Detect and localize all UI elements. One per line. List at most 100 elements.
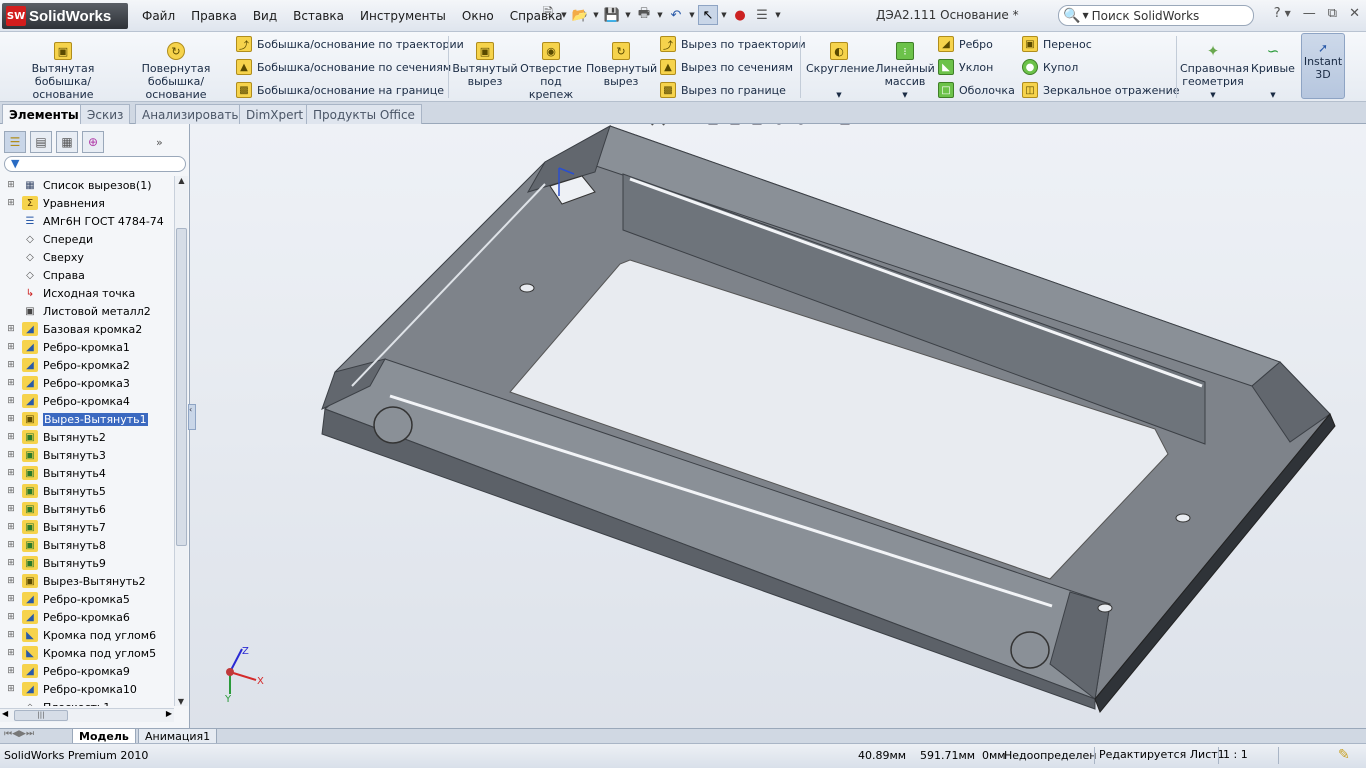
- options-list-icon[interactable]: ☰: [752, 5, 772, 25]
- tree-item[interactable]: ⊞ ◢ Ребро-кромка6: [0, 608, 174, 626]
- dimxpert-manager-tab-icon[interactable]: ⊕: [82, 131, 104, 153]
- new-document-icon[interactable]: 🗎: [538, 5, 558, 25]
- boundary-boss-button[interactable]: ▩ Бобышка/основание на границе: [236, 81, 444, 99]
- save-dropdown-icon[interactable]: ▼: [624, 11, 632, 19]
- tree-item[interactable]: ◇ Спереди: [0, 230, 174, 248]
- tree-item[interactable]: ⊞ ◢ Ребро-кромка5: [0, 590, 174, 608]
- restore-icon[interactable]: ⧉: [1328, 6, 1337, 21]
- menu-window[interactable]: Окно: [454, 9, 502, 23]
- tree-item[interactable]: ⊞ ▣ Вытянуть3: [0, 446, 174, 464]
- viewport-restore-icon[interactable]: ⧉: [1327, 124, 1336, 125]
- feature-tree-tab-icon[interactable]: ☰: [4, 131, 26, 153]
- menu-file[interactable]: Файл: [134, 9, 183, 23]
- menu-insert[interactable]: Вставка: [285, 9, 352, 23]
- expand-toggle-icon[interactable]: ⊞: [6, 360, 16, 370]
- expand-toggle-icon[interactable]: ⊞: [6, 468, 16, 478]
- expand-toggle-icon[interactable]: ⊞: [6, 558, 16, 568]
- scroll-thumb[interactable]: [176, 228, 187, 546]
- tree-item[interactable]: ⊞ ▦ Список вырезов(1): [0, 176, 174, 194]
- tab-evaluate[interactable]: Анализировать: [135, 104, 246, 124]
- extruded-boss-button[interactable]: ▣ Вытянутая бобышка/основание: [8, 42, 118, 101]
- expand-toggle-icon[interactable]: ⊞: [6, 396, 16, 406]
- tree-item[interactable]: ◇ Справа: [0, 266, 174, 284]
- tree-item[interactable]: ▣ Листовой металл2: [0, 302, 174, 320]
- boundary-cut-button[interactable]: ▩ Вырез по границе: [660, 81, 786, 99]
- options-dropdown-icon[interactable]: ▼: [774, 11, 782, 19]
- expand-toggle-icon[interactable]: ⊞: [6, 666, 16, 676]
- lofted-boss-button[interactable]: ▲ Бобышка/основание по сечениям: [236, 58, 451, 76]
- tab-sketch[interactable]: Эскиз: [80, 104, 131, 124]
- scroll-left-icon[interactable]: ◀: [2, 709, 8, 718]
- expand-toggle-icon[interactable]: ⊞: [6, 540, 16, 550]
- tree-item[interactable]: ⊞ ◢ Ребро-кромка2: [0, 356, 174, 374]
- expand-toggle-icon[interactable]: ⊞: [6, 432, 16, 442]
- rebuild-traffic-light-icon[interactable]: ●: [730, 5, 750, 25]
- tree-item[interactable]: ⊞ ◢ Ребро-кромка3: [0, 374, 174, 392]
- draft-button[interactable]: ◣ Уклон: [938, 58, 993, 76]
- expand-toggle-icon[interactable]: ⊞: [6, 378, 16, 388]
- tree-item[interactable]: ⊞ ◢ Ребро-кромка9: [0, 662, 174, 680]
- tree-item[interactable]: ⊞ ◣ Кромка под углом5: [0, 644, 174, 662]
- minimize-icon[interactable]: —: [1303, 6, 1316, 21]
- expand-toggle-icon[interactable]: ⊞: [6, 450, 16, 460]
- tree-filter-input[interactable]: ▼: [4, 156, 186, 172]
- reference-geometry-button[interactable]: ✦ Справочная геометрия ▼: [1180, 42, 1249, 102]
- property-manager-tab-icon[interactable]: ▤: [30, 131, 52, 153]
- rib-button[interactable]: ◢ Ребро: [938, 35, 993, 53]
- expand-toggle-icon[interactable]: ⊞: [6, 414, 16, 424]
- status-scale[interactable]: 1 : 1: [1218, 747, 1276, 764]
- tree-item[interactable]: ⊞ ▣ Вырез-Вытянуть1: [0, 410, 174, 428]
- tree-item[interactable]: ⊞ Σ Уравнения: [0, 194, 174, 212]
- print-dropdown-icon[interactable]: ▼: [656, 11, 664, 19]
- scroll-down-icon[interactable]: ▼: [175, 697, 187, 706]
- tree-item[interactable]: ⊞ ◢ Ребро-кромка4: [0, 392, 174, 410]
- swept-boss-button[interactable]: ⤴ Бобышка/основание по траектории: [236, 35, 464, 53]
- tree-item[interactable]: ⊞ ◢ Базовая кромка2: [0, 320, 174, 338]
- expand-toggle-icon[interactable]: ⊞: [6, 612, 16, 622]
- panel-collapse-handle[interactable]: ‹: [188, 404, 196, 430]
- tab-animation1[interactable]: Анимация1: [138, 729, 218, 744]
- tree-item[interactable]: ⊞ ▣ Вытянуть9: [0, 554, 174, 572]
- expand-toggle-icon[interactable]: ⊞: [6, 522, 16, 532]
- expand-toggle-icon[interactable]: ⊞: [6, 630, 16, 640]
- hscroll-thumb[interactable]: |||: [14, 710, 68, 721]
- tree-item[interactable]: ◇ Сверху: [0, 248, 174, 266]
- wrap-button[interactable]: ▣ Перенос: [1022, 35, 1092, 53]
- viewport-close-icon[interactable]: ✕: [1348, 124, 1358, 125]
- menu-edit[interactable]: Правка: [183, 9, 245, 23]
- linear-pattern-button[interactable]: ⁝ Линейный массив ▼: [874, 42, 936, 102]
- configuration-manager-tab-icon[interactable]: ▦: [56, 131, 78, 153]
- tree-vertical-scrollbar[interactable]: ▲ ▼: [174, 176, 188, 706]
- expand-toggle-icon[interactable]: ⊞: [6, 342, 16, 352]
- help-dropdown-icon[interactable]: ▼: [1285, 9, 1291, 21]
- tree-item[interactable]: ⊞ ◢ Ребро-кромка10: [0, 680, 174, 698]
- expand-toggle-icon[interactable]: ⊞: [6, 648, 16, 658]
- tree-item[interactable]: ⊞ ▣ Вытянуть5: [0, 482, 174, 500]
- expand-toggle-icon[interactable]: ⊞: [6, 594, 16, 604]
- tree-item[interactable]: ◇ Плоскость1: [0, 698, 174, 707]
- tree-item[interactable]: ⊞ ▣ Вытянуть4: [0, 464, 174, 482]
- tree-item[interactable]: ⊞ ▣ Вытянуть7: [0, 518, 174, 536]
- dome-button[interactable]: ● Купол: [1022, 58, 1078, 76]
- tree-item[interactable]: ↳ Исходная точка: [0, 284, 174, 302]
- tree-item[interactable]: ⊞ ▣ Вытянуть2: [0, 428, 174, 446]
- expand-toggle-icon[interactable]: ⊞: [6, 504, 16, 514]
- hole-wizard-button[interactable]: ◉ Отверстие под крепеж: [520, 42, 582, 101]
- tree-item[interactable]: ⊞ ▣ Вытянуть8: [0, 536, 174, 554]
- open-folder-icon[interactable]: 📂: [570, 5, 590, 25]
- search-box[interactable]: 🔍 ▼ Поиск SolidWorks: [1058, 5, 1254, 26]
- tab-office-products[interactable]: Продукты Office: [306, 104, 422, 124]
- shell-button[interactable]: □ Оболочка: [938, 81, 1015, 99]
- open-dropdown-icon[interactable]: ▼: [592, 11, 600, 19]
- pattern-dropdown-icon[interactable]: ▼: [874, 89, 936, 102]
- solidworks-logo[interactable]: SW SolidWorks: [2, 3, 128, 29]
- extruded-cut-button[interactable]: ▣ Вытянутый вырез: [452, 42, 518, 88]
- first-sheet-icon[interactable]: ⏮◀▶⏭: [4, 729, 34, 739]
- expand-toggle-icon[interactable]: ⊞: [6, 324, 16, 334]
- revolved-boss-button[interactable]: ↻ Повернутая бобышка/основание: [122, 42, 230, 101]
- tree-item[interactable]: ⊞ ◢ Ребро-кромка1: [0, 338, 174, 356]
- curves-dropdown-icon[interactable]: ▼: [1250, 89, 1296, 102]
- print-icon[interactable]: 🖶: [634, 5, 654, 25]
- part-model[interactable]: Z X Y: [190, 124, 1366, 728]
- graphics-area[interactable]: 🔍🔎↺◫▦▣◉◐☼▤: [190, 124, 1366, 728]
